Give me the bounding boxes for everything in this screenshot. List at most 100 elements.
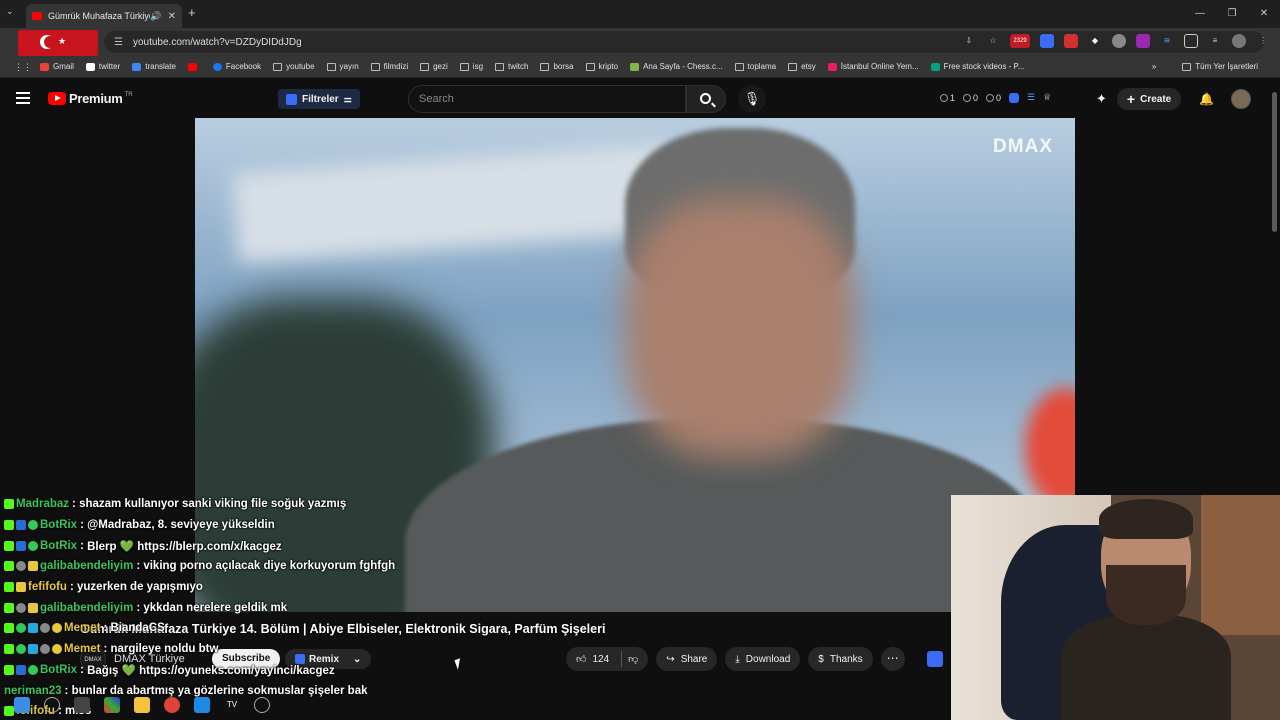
bookmark-folder-isg[interactable]: isg bbox=[459, 62, 483, 71]
diamond-ext-icon[interactable]: ◆ bbox=[1088, 34, 1102, 48]
youtube-favicon-icon bbox=[32, 12, 42, 20]
folder-icon bbox=[788, 62, 798, 71]
bookmark-star-icon[interactable]: ☆ bbox=[986, 34, 1000, 48]
search-input[interactable]: Search bbox=[408, 85, 686, 113]
minimize-icon[interactable]: — bbox=[1184, 0, 1216, 28]
voice-search-icon[interactable]: 🎙 bbox=[738, 85, 766, 113]
folder-icon bbox=[585, 62, 595, 71]
file-explorer-icon[interactable] bbox=[134, 697, 150, 713]
bookmark-gmail[interactable]: Gmail bbox=[40, 62, 74, 71]
bookmark-twitter[interactable]: twitter bbox=[85, 62, 120, 71]
circle-ext-icon[interactable] bbox=[1112, 34, 1126, 48]
chat-message: BotRix: Bağış 💚 https://oyuneks.com/yayi… bbox=[4, 660, 504, 681]
chrome-icon[interactable] bbox=[164, 697, 180, 713]
app-icon[interactable] bbox=[194, 697, 210, 713]
webcam-overlay bbox=[951, 495, 1280, 720]
adblock-ext-icon[interactable] bbox=[1064, 34, 1078, 48]
ai-sparkle-icon[interactable]: ✦ bbox=[1096, 91, 1107, 107]
menu-icon[interactable] bbox=[16, 92, 30, 104]
search-taskbar-icon[interactable] bbox=[44, 697, 60, 713]
trophy-icon[interactable]: ♕ bbox=[1043, 92, 1051, 103]
more-actions-icon[interactable]: ⋯ bbox=[880, 647, 905, 671]
wave-ext-icon[interactable]: ≋ bbox=[1160, 34, 1174, 48]
list-icon[interactable]: ☰ bbox=[1027, 92, 1035, 103]
gray-badge-icon bbox=[16, 602, 26, 613]
iq-side-icon[interactable] bbox=[926, 651, 943, 667]
search-button[interactable] bbox=[686, 85, 726, 113]
video-actions: 👍︎ 124 👎︎ ↪ Share ⤓ Download $ Thanks ⋯ bbox=[566, 647, 943, 671]
folder-icon bbox=[273, 62, 283, 71]
purple-ext-icon[interactable] bbox=[1136, 34, 1150, 48]
browser-tab[interactable]: Gümrük Muhafaza Türkiye 🔊 ✕ bbox=[26, 4, 182, 28]
bookmark-facebook[interactable]: Facebook bbox=[212, 62, 261, 71]
extension-badge-icon[interactable]: 2329 bbox=[1010, 34, 1030, 48]
youtube-logo[interactable]: Premium TR bbox=[48, 91, 133, 106]
taskbar: TV bbox=[0, 690, 540, 720]
tab-audio-icon[interactable]: 🔊 bbox=[150, 11, 161, 22]
apps-icon[interactable]: ⋮⋮ bbox=[14, 62, 32, 71]
bookmark-translate[interactable]: translate bbox=[132, 62, 176, 71]
bookmark-folder-etsy[interactable]: etsy bbox=[788, 62, 816, 71]
verified-badge-icon bbox=[28, 540, 38, 551]
iq-icon bbox=[286, 93, 297, 105]
scrollbar-thumb[interactable] bbox=[1272, 92, 1277, 232]
bookmark-folder-gezi[interactable]: gezi bbox=[420, 62, 448, 71]
search-icon bbox=[700, 93, 711, 104]
notifications-bell-icon[interactable]: 🔔 bbox=[1199, 92, 1214, 106]
create-button[interactable]: + Create bbox=[1116, 88, 1182, 110]
site-info-icon[interactable]: ☰ bbox=[114, 37, 123, 48]
bookmark-folder-filmdizi[interactable]: filmdizi bbox=[370, 62, 408, 71]
profile-icon[interactable] bbox=[1232, 34, 1246, 48]
screen: ⌄ Gümrük Muhafaza Türkiye 🔊 ✕ + — ❐ ✕ ★ … bbox=[0, 0, 1280, 720]
bookmarks-overflow-icon[interactable]: » bbox=[1152, 62, 1156, 71]
gray-badge-icon bbox=[40, 623, 50, 634]
chat-message: fefifofu: yuzerken de yapışmıyo bbox=[4, 577, 504, 598]
tab-close-icon[interactable]: ✕ bbox=[168, 11, 176, 22]
download-button[interactable]: ⤓ Download bbox=[725, 647, 801, 671]
header-stats: 1 0 0 ☰ ♕ bbox=[940, 92, 1051, 103]
gem-badge-icon bbox=[28, 623, 38, 634]
bookmark-youtube-logo[interactable] bbox=[187, 62, 201, 71]
bookmark-chess[interactable]: Ana Sayfa - Chess.c... bbox=[630, 62, 723, 71]
chat-message: Memet: nargileye noldu btw bbox=[4, 639, 504, 660]
thanks-button[interactable]: $ Thanks bbox=[808, 647, 873, 671]
bookmark-folder-borsa[interactable]: borsa bbox=[540, 62, 574, 71]
bookmark-pexels[interactable]: Free stock videos - P... bbox=[930, 62, 1024, 71]
media-control-icon[interactable]: ≡ bbox=[1208, 34, 1222, 48]
tab-search-icon[interactable]: ⌄ bbox=[6, 6, 20, 20]
translate-ext-icon[interactable] bbox=[1040, 34, 1054, 48]
share-button[interactable]: ↪ Share bbox=[656, 647, 718, 671]
restore-icon[interactable]: ❐ bbox=[1216, 0, 1248, 28]
all-bookmarks[interactable]: Tüm Yer İşaretleri bbox=[1182, 62, 1258, 71]
bookmark-folder-yayin[interactable]: yayın bbox=[326, 62, 359, 71]
extensions-puzzle-icon[interactable] bbox=[1184, 34, 1198, 48]
kick-badge-icon bbox=[4, 664, 14, 675]
channel-watermark: DMAX bbox=[993, 136, 1053, 157]
close-window-icon[interactable]: ✕ bbox=[1248, 0, 1280, 28]
new-tab-button[interactable]: + bbox=[188, 5, 196, 20]
taskview-icon[interactable] bbox=[74, 697, 90, 713]
thumbs-down-icon[interactable]: 👎︎ bbox=[628, 653, 638, 665]
bookmark-folder-twitch[interactable]: twitch bbox=[495, 62, 528, 71]
like-button[interactable]: 👍︎ 124 👎︎ bbox=[566, 647, 649, 671]
avatar[interactable] bbox=[1231, 89, 1252, 109]
browser-menu-icon[interactable]: ⋮ bbox=[1256, 34, 1270, 48]
iq-ext-icon[interactable] bbox=[1009, 92, 1020, 103]
yemeksepeti-icon bbox=[827, 62, 837, 71]
coin-badge-icon bbox=[52, 623, 62, 634]
settings-icon[interactable] bbox=[254, 697, 270, 713]
youtube-header: Premium TR Filtreler ⚌ Search 🎙 1 0 0 ☰ … bbox=[0, 80, 1280, 118]
start-icon[interactable] bbox=[14, 697, 30, 713]
kick-badge-icon bbox=[4, 520, 14, 531]
install-icon[interactable]: ⇩ bbox=[962, 34, 976, 48]
copilot-icon[interactable] bbox=[104, 697, 120, 713]
bookmark-folder-toplama[interactable]: toplama bbox=[734, 62, 776, 71]
tradingview-icon[interactable]: TV bbox=[224, 697, 240, 713]
bookmark-folder-kripto[interactable]: kripto bbox=[585, 62, 618, 71]
gmail-icon bbox=[40, 62, 49, 71]
kick-badge-icon bbox=[4, 561, 14, 572]
bookmark-yemeksepeti[interactable]: İstanbul Online Yem... bbox=[827, 62, 919, 71]
kick-badge-icon bbox=[4, 623, 14, 634]
filter-button[interactable]: Filtreler ⚌ bbox=[278, 89, 360, 109]
bookmark-folder-youtube[interactable]: youtube bbox=[273, 62, 315, 71]
